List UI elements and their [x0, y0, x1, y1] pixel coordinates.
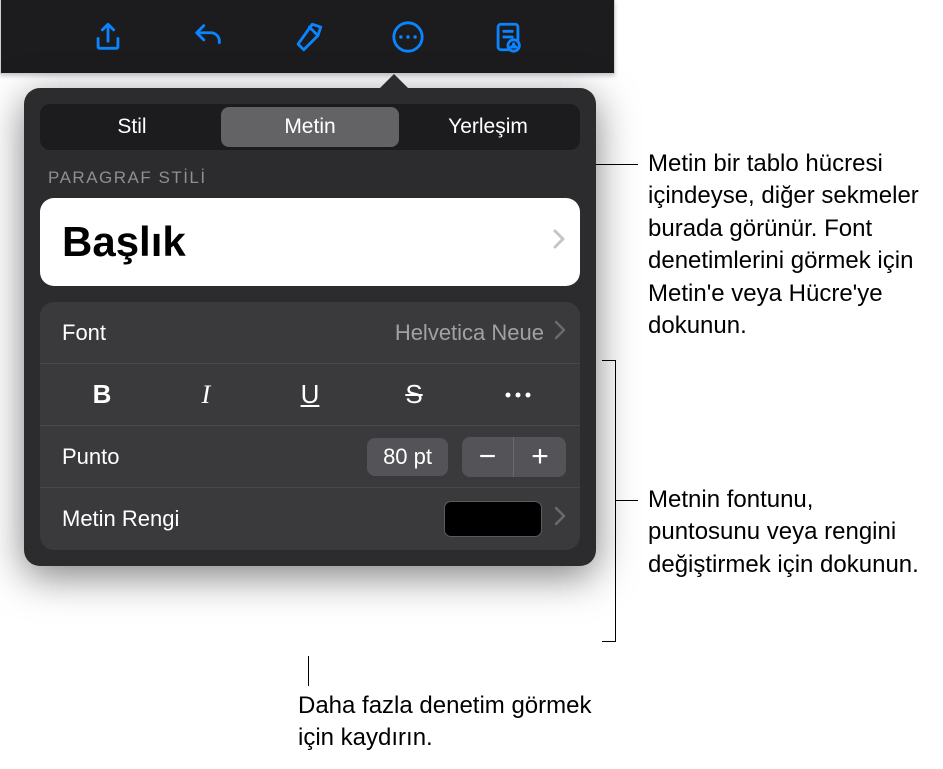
popover-caret — [378, 74, 410, 90]
callout-font: Metnin fontunu, puntosunu veya rengini d… — [648, 484, 928, 581]
chevron-right-icon — [552, 226, 566, 258]
tab-style[interactable]: Stil — [43, 107, 221, 147]
format-popover: Stil Metin Yerleşim PARAGRAF STİLİ Başlı… — [24, 88, 596, 566]
more-button[interactable] — [388, 17, 428, 57]
bold-button[interactable]: B — [50, 364, 154, 425]
reader-button[interactable] — [488, 17, 528, 57]
callout-line — [308, 656, 309, 686]
size-stepper: − + — [462, 437, 566, 477]
italic-button[interactable]: I — [154, 364, 258, 425]
callout-scroll: Daha fazla denetim görmek için kaydırın. — [298, 690, 618, 755]
font-controls-group: Font Helvetica Neue B I U S Punto 80 pt … — [40, 302, 580, 550]
underline-button[interactable]: U — [258, 364, 362, 425]
color-swatch — [444, 501, 542, 537]
tab-selector: Stil Metin Yerleşim — [40, 104, 580, 150]
format-button[interactable] — [288, 17, 328, 57]
undo-button[interactable] — [188, 17, 228, 57]
callout-bracket — [602, 360, 616, 642]
top-toolbar — [0, 0, 615, 74]
size-increase-button[interactable]: + — [514, 437, 566, 477]
callout-tabs: Metin bir tablo hücresi içindeyse, diğer… — [648, 148, 938, 342]
paragraph-style-label: PARAGRAF STİLİ — [24, 168, 596, 198]
tab-text[interactable]: Metin — [221, 107, 399, 147]
chevron-right-icon — [554, 320, 566, 346]
text-format-row: B I U S — [40, 364, 580, 426]
paragraph-style-row[interactable]: Başlık — [40, 198, 580, 286]
size-decrease-button[interactable]: − — [462, 437, 514, 477]
paragraph-style-name: Başlık — [62, 218, 552, 266]
tab-layout[interactable]: Yerleşim — [399, 107, 577, 147]
size-label: Punto — [62, 444, 120, 470]
font-label: Font — [62, 320, 106, 346]
strikethrough-button[interactable]: S — [362, 364, 466, 425]
font-row[interactable]: Font Helvetica Neue — [40, 302, 580, 364]
size-value[interactable]: 80 pt — [367, 438, 448, 476]
chevron-right-icon — [554, 506, 566, 532]
share-button[interactable] — [88, 17, 128, 57]
text-color-row[interactable]: Metin Rengi — [40, 488, 580, 550]
font-value: Helvetica Neue — [395, 320, 544, 346]
more-formatting-button[interactable] — [466, 364, 570, 425]
callout-line — [616, 500, 638, 501]
size-row: Punto 80 pt − + — [40, 426, 580, 488]
text-color-label: Metin Rengi — [62, 506, 179, 532]
